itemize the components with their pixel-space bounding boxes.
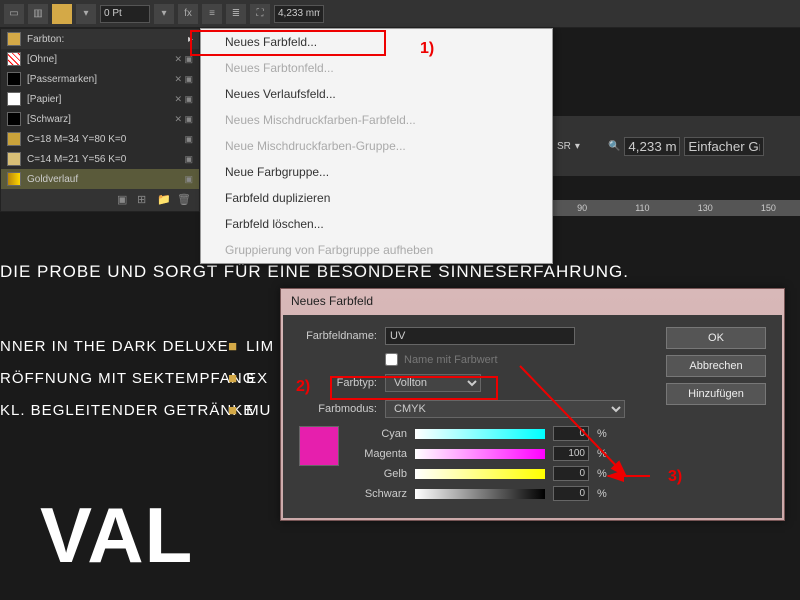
menu-item: Gruppierung von Farbgruppe aufheben [201, 237, 552, 263]
swatch-type-icon: ✕ ▣ [174, 54, 193, 65]
swatch-row[interactable]: [Passermarken] ✕ ▣ [1, 69, 199, 89]
slider-label: Gelb [353, 468, 407, 480]
stroke-weight-input[interactable] [100, 5, 150, 23]
menu-item[interactable]: Farbfeld löschen... [201, 211, 552, 237]
swatch-chip-icon [7, 52, 21, 66]
doc-bullet: ■EX [228, 370, 268, 387]
slider-track[interactable] [415, 489, 545, 499]
dialog-title: Neues Farbfeld [281, 289, 784, 313]
swatch-name: [Schwarz] [27, 114, 168, 125]
menu-item[interactable]: Farbfeld duplizieren [201, 185, 552, 211]
swatch-name: [Papier] [27, 94, 168, 105]
trash-icon[interactable]: 🗑 [177, 193, 191, 207]
align-icon[interactable]: ≣ [226, 4, 246, 24]
doc-line: NNER IN THE DARK DELUXE [0, 338, 229, 355]
swatch-type-icon: ▣ [184, 154, 193, 165]
tool-icon[interactable]: ▥ [28, 4, 48, 24]
doc-bullet: ■MU [228, 402, 271, 419]
slider-label: Magenta [353, 448, 407, 460]
swatch-chip-icon [7, 92, 21, 106]
dropdown-icon[interactable]: ▸ [188, 34, 193, 45]
ruler-tick: 130 [698, 203, 713, 213]
swatch-name: [Passermarken] [27, 74, 168, 85]
swatch-row[interactable]: [Ohne] ✕ ▣ [1, 49, 199, 69]
menu-item[interactable]: Neues Farbfeld... [201, 29, 552, 55]
color-chip-icon[interactable] [52, 4, 72, 24]
swatches-header: Farbton: ▸ [1, 29, 199, 49]
doc-line: KL. BEGLEITENDER GETRÄNKE [0, 402, 254, 419]
mode-label: Farbmodus: [299, 403, 377, 415]
swatch-chip-icon [7, 152, 21, 166]
menu-item: Neues Mischdruckfarben-Farbfeld... [201, 107, 552, 133]
swatch-type-icon: ✕ ▣ [174, 74, 193, 85]
annotation-2: 2) [296, 378, 310, 396]
sr-label: SR [557, 141, 571, 152]
annotation-arrow [430, 360, 660, 490]
swatch-name: C=18 M=34 Y=80 K=0 [27, 134, 178, 145]
transform-icon[interactable]: ⛶ [250, 4, 270, 24]
swatch-row[interactable]: Goldverlauf ▣ [1, 169, 199, 189]
fill-chip-icon[interactable] [7, 32, 21, 46]
swatches-footer: ▣ ⊞ 📁 🗑 [1, 189, 199, 211]
fx-icon[interactable]: fx [178, 4, 198, 24]
folder-icon[interactable]: 📁 [157, 193, 171, 207]
swatch-row[interactable]: C=18 M=34 Y=80 K=0 ▣ [1, 129, 199, 149]
swatch-name-input[interactable] [385, 327, 575, 345]
swatch-name: [Ohne] [27, 54, 168, 65]
doc-headline: VAL [40, 490, 193, 581]
new-group-icon[interactable]: ▣ [117, 193, 131, 207]
swatches-panel: Farbton: ▸ [Ohne] ✕ ▣ [Passermarken] ✕ ▣… [0, 28, 200, 212]
new-swatch-icon[interactable]: ⊞ [137, 193, 151, 207]
swatch-chip-icon [7, 172, 21, 186]
tool-icon[interactable]: ▭ [4, 4, 24, 24]
swatch-context-menu: Neues Farbfeld...Neues Farbtonfeld...Neu… [200, 28, 553, 264]
name-label: Farbfeldname: [299, 330, 377, 342]
swatch-chip-icon [7, 112, 21, 126]
dropdown-icon[interactable]: ▾ [154, 4, 174, 24]
name-with-value-checkbox[interactable] [385, 353, 398, 366]
swatch-type-icon: ▣ [184, 134, 193, 145]
annotation-1: 1) [420, 40, 434, 58]
swatch-row[interactable]: [Schwarz] ✕ ▣ [1, 109, 199, 129]
annotation-3: 3) [668, 468, 682, 486]
menu-item[interactable]: Neues Verlaufsfeld... [201, 81, 552, 107]
color-preview [299, 426, 339, 466]
doc-bullet: ■LIM [228, 338, 274, 355]
swatch-name: Goldverlauf [27, 174, 178, 185]
type-label: Farbtyp: [299, 377, 377, 389]
ruler-tick: 150 [761, 203, 776, 213]
doc-line: RÖFFNUNG MIT SEKTEMPFANG [0, 370, 255, 387]
swatch-chip-icon [7, 72, 21, 86]
doc-line: DIE PROBE UND SORGT FÜR EINE BESONDERE S… [0, 262, 629, 282]
dropdown-icon[interactable]: ▾ [575, 141, 580, 152]
menu-item: Neue Mischdruckfarben-Gruppe... [201, 133, 552, 159]
ruler-tick: 90 [577, 203, 587, 213]
search-icon[interactable]: 🔍 [608, 141, 620, 152]
menu-item[interactable]: Neue Farbgruppe... [201, 159, 552, 185]
size-input-2[interactable] [624, 137, 680, 156]
right-toolbar: SR ▾ 🔍 [553, 116, 800, 176]
swatch-type-icon: ▣ [184, 174, 193, 185]
tint-label: Farbton: [27, 34, 64, 45]
menu-item: Neues Farbtonfeld... [201, 55, 552, 81]
swatch-chip-icon [7, 132, 21, 146]
swatch-type-icon: ✕ ▣ [174, 94, 193, 105]
ok-button[interactable]: OK [666, 327, 766, 349]
slider-label: Schwarz [353, 488, 407, 500]
ruler-tick: 110 [635, 203, 649, 213]
size-input[interactable] [274, 5, 324, 23]
swatch-row[interactable]: [Papier] ✕ ▣ [1, 89, 199, 109]
align-icon[interactable]: ≡ [202, 4, 222, 24]
preset-input[interactable] [684, 137, 764, 156]
top-toolbar: ▭ ▥ ▾ ▾ fx ≡ ≣ ⛶ [0, 0, 800, 28]
dropdown-icon[interactable]: ▾ [76, 4, 96, 24]
slider-label: Cyan [353, 428, 407, 440]
swatch-name: C=14 M=21 Y=56 K=0 [27, 154, 178, 165]
add-button[interactable]: Hinzufügen [666, 383, 766, 405]
swatch-type-icon: ✕ ▣ [174, 114, 193, 125]
cancel-button[interactable]: Abbrechen [666, 355, 766, 377]
swatch-row[interactable]: C=14 M=21 Y=56 K=0 ▣ [1, 149, 199, 169]
ruler: 90 110 130 150 [553, 200, 800, 216]
